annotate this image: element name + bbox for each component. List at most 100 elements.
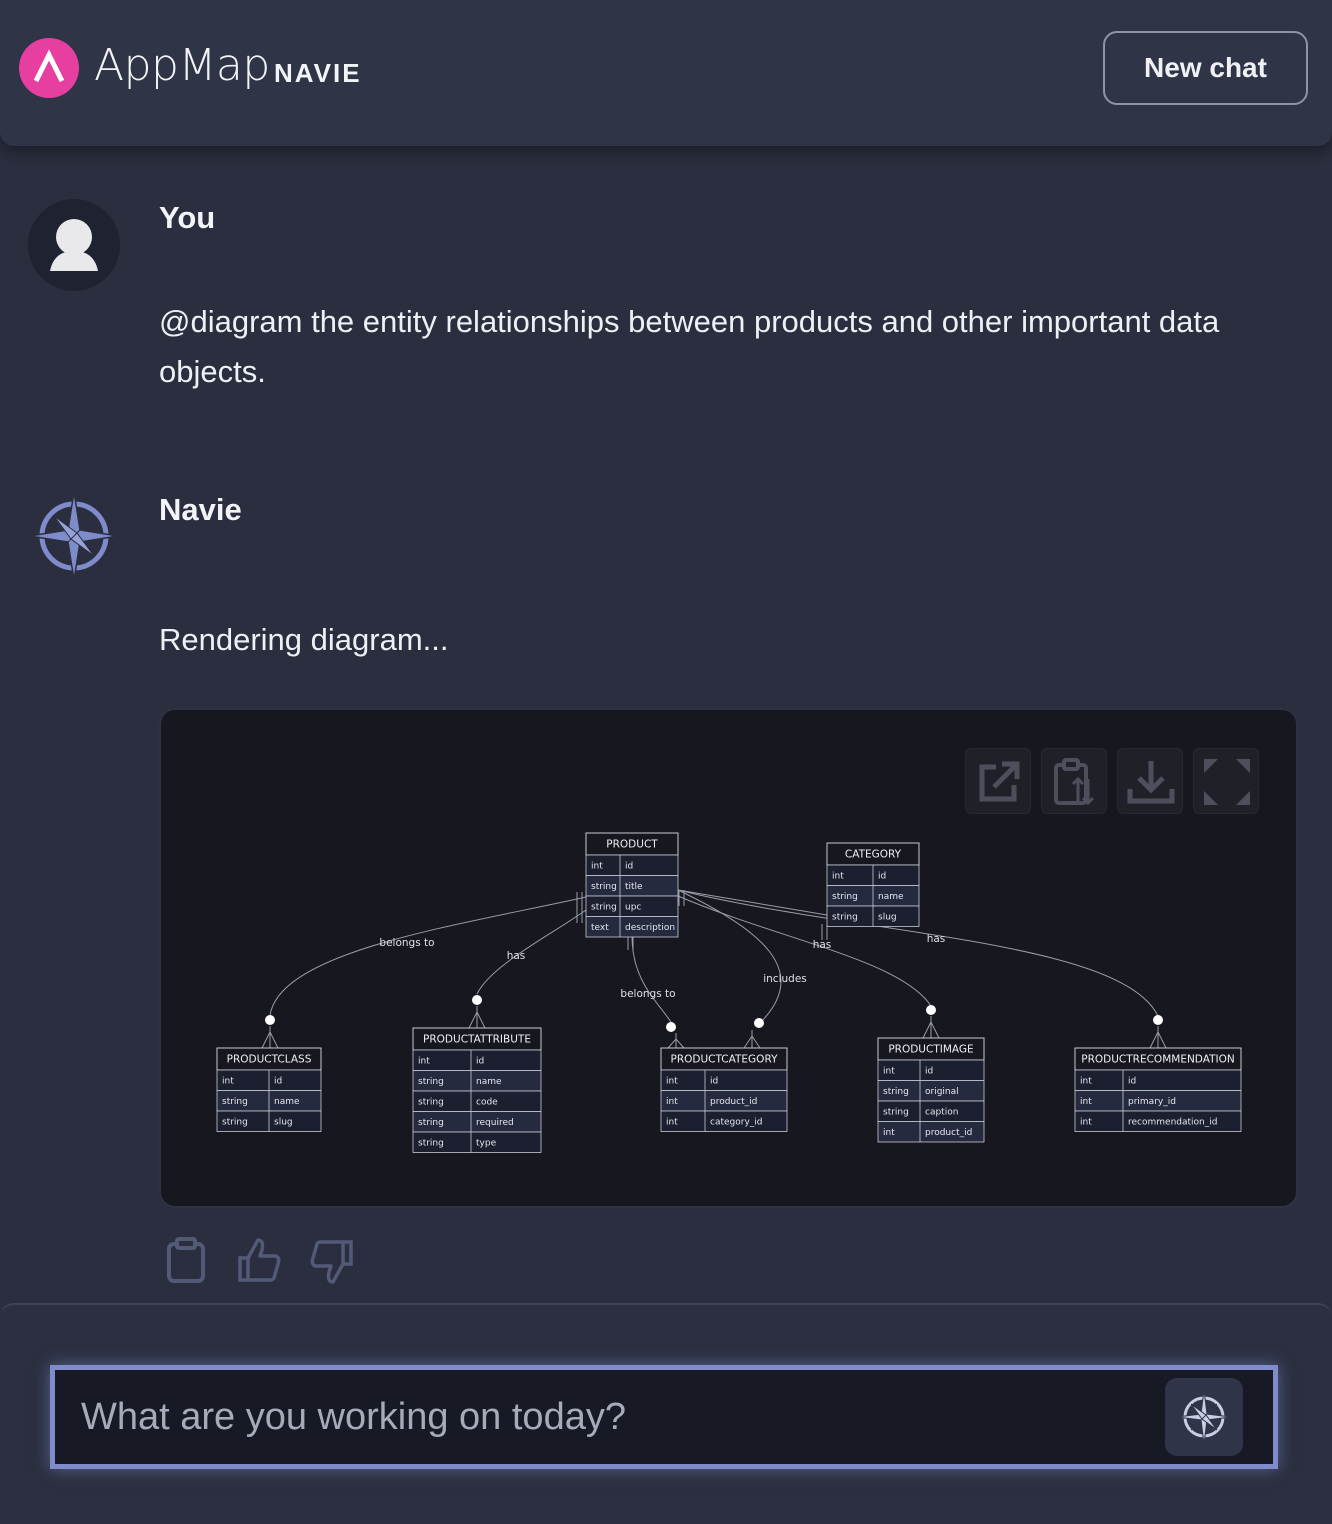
fullscreen-button[interactable] xyxy=(1193,748,1259,814)
copy-icon xyxy=(1054,758,1095,806)
crows-foot-marker xyxy=(743,1030,761,1049)
field-name: name xyxy=(476,1077,502,1087)
field-type: string xyxy=(418,1118,444,1128)
download-icon xyxy=(1127,761,1175,804)
brand-name: AppMap xyxy=(94,40,270,91)
thumbs-up-button[interactable] xyxy=(236,1236,282,1289)
field-type: string xyxy=(418,1077,444,1087)
field-name: code xyxy=(476,1098,498,1108)
field-type: int xyxy=(666,1118,678,1128)
field-name: id xyxy=(476,1057,484,1067)
field-name: category_id xyxy=(710,1118,763,1128)
new-chat-button[interactable]: New chat xyxy=(1103,31,1308,105)
open-external-button[interactable] xyxy=(965,748,1031,814)
user-avatar-icon xyxy=(28,199,120,291)
relationship-label: has xyxy=(927,933,946,945)
crows-foot-marker xyxy=(667,1033,685,1049)
field-type: int xyxy=(883,1128,895,1138)
navie-avatar-icon xyxy=(28,490,120,582)
entity-name: CATEGORY xyxy=(845,849,902,861)
cardinality-zero-marker xyxy=(754,1018,764,1028)
edge-category-link xyxy=(677,889,828,916)
field-type: string xyxy=(591,903,617,913)
field-name: caption xyxy=(925,1108,958,1118)
copy-message-button[interactable] xyxy=(166,1236,206,1289)
fullscreen-icon xyxy=(1204,759,1250,805)
field-type: int xyxy=(591,862,603,872)
field-name: upc xyxy=(625,903,641,913)
cardinality-zero-marker xyxy=(666,1022,676,1032)
relationship-lines: belongs to has belongs to includes has has xyxy=(261,889,1167,1049)
entity-name: PRODUCTCLASS xyxy=(227,1054,312,1066)
entity-productrecommendation: PRODUCTRECOMMENDATIONint idint primary_idi… xyxy=(1074,1047,1242,1132)
field-name: type xyxy=(476,1139,497,1149)
field-name: original xyxy=(925,1087,959,1097)
thumbs-up-icon xyxy=(238,1238,281,1282)
download-button[interactable] xyxy=(1117,748,1183,814)
field-name: name xyxy=(878,892,904,902)
field-name: id xyxy=(274,1077,282,1087)
field-type: int xyxy=(883,1067,895,1077)
entity-productclass: PRODUCTCLASS int id string name string slug xyxy=(216,1047,322,1132)
entity-productattribute: PRODUCTATTRIBUTE int id string name string cod… xyxy=(412,1027,542,1153)
send-button[interactable] xyxy=(1165,1378,1243,1456)
field-name: id xyxy=(1128,1077,1136,1087)
chat-input-box xyxy=(50,1365,1278,1469)
field-type: string xyxy=(418,1098,444,1108)
chat-input[interactable] xyxy=(81,1384,1141,1450)
edge-productcategory-product xyxy=(631,935,672,1023)
field-type: int xyxy=(418,1057,430,1067)
entity-category: CATEGORY int id string name string slug xyxy=(826,842,920,927)
entity-name: PRODUCTCATEGORY xyxy=(671,1054,779,1066)
field-type: int xyxy=(1080,1118,1092,1128)
field-name: title xyxy=(625,882,643,892)
entity-name: PRODUCTATTRIBUTE xyxy=(423,1034,531,1046)
user-message-text: @diagram the entity relationships betwee… xyxy=(159,304,1220,389)
open-external-icon xyxy=(979,761,1020,802)
entities: PRODUCT int id string title string upc text desc… xyxy=(216,832,1242,1153)
relationship-label: has xyxy=(507,950,526,962)
field-type: string xyxy=(832,913,858,923)
one-marker xyxy=(821,924,828,940)
field-name: product_id xyxy=(925,1128,972,1138)
cardinality-zero-marker xyxy=(926,1005,936,1015)
relationship-label: has xyxy=(813,939,832,951)
navie-message-text: Rendering diagram... xyxy=(159,622,449,657)
field-type: string xyxy=(883,1108,909,1118)
field-type: int xyxy=(666,1097,678,1107)
edge-productclass xyxy=(269,896,587,1016)
entity-name: PRODUCTRECOMMENDATION xyxy=(1081,1054,1234,1066)
field-type: int xyxy=(666,1077,678,1087)
thumbs-down-button[interactable] xyxy=(309,1236,355,1291)
entity-productcategory: PRODUCTCATEGORYint idint product_idint cate… xyxy=(660,1047,788,1132)
crows-foot-marker xyxy=(922,1016,940,1039)
entity-product: PRODUCT int id string title string upc text desc… xyxy=(585,832,679,938)
field-name: slug xyxy=(274,1118,293,1128)
edge-productcategory-category xyxy=(677,889,782,1023)
relationship-label: includes xyxy=(763,973,807,985)
field-type: int xyxy=(1080,1077,1092,1087)
one-marker xyxy=(576,892,583,908)
entity-productimage: PRODUCTIMAGE int id string original string cap… xyxy=(877,1037,985,1143)
message-author-user: You xyxy=(159,200,216,235)
field-type: string xyxy=(222,1097,248,1107)
entity-name: PRODUCTIMAGE xyxy=(888,1044,973,1056)
field-type: int xyxy=(1080,1097,1092,1107)
field-type: string xyxy=(591,882,617,892)
appmap-logo-icon xyxy=(19,38,79,98)
field-type: text xyxy=(591,923,609,933)
cardinality-zero-marker xyxy=(472,995,482,1005)
field-type: string xyxy=(222,1118,248,1128)
field-name: id xyxy=(710,1077,718,1087)
field-type: string xyxy=(832,892,858,902)
clipboard-icon xyxy=(167,1237,205,1283)
crows-foot-marker xyxy=(1149,1026,1167,1049)
copy-button[interactable] xyxy=(1041,748,1107,814)
field-type: int xyxy=(832,872,844,882)
compass-icon xyxy=(1176,1389,1232,1445)
field-name: primary_id xyxy=(1128,1097,1176,1107)
message-author-navie: Navie xyxy=(159,492,242,527)
field-type: string xyxy=(418,1139,444,1149)
cardinality-zero-marker xyxy=(265,1015,275,1025)
relationship-label: belongs to xyxy=(620,988,675,1000)
